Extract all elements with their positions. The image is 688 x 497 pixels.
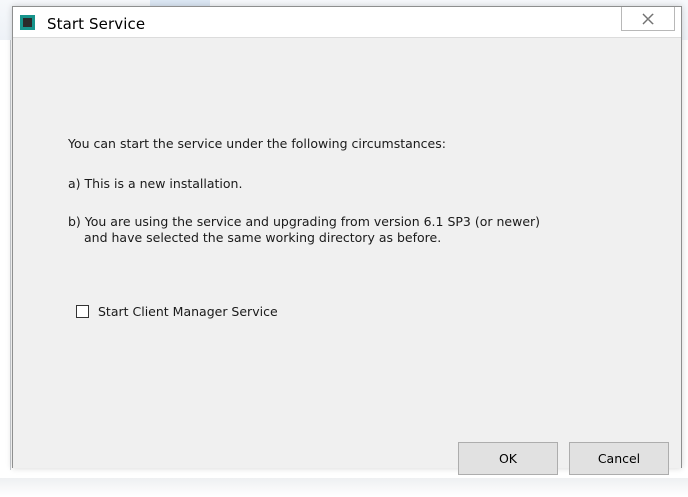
message-condition-a: a) This is a new installation. <box>68 176 243 191</box>
message-condition-b: b) You are using the service and upgradi… <box>68 214 541 229</box>
window-title: Start Service <box>47 15 146 33</box>
app-square-icon <box>20 15 35 30</box>
background-footer <box>0 478 688 497</box>
close-button[interactable] <box>621 7 675 31</box>
ok-button[interactable]: OK <box>458 442 558 475</box>
close-icon <box>642 13 654 24</box>
start-client-manager-checkbox[interactable] <box>76 305 89 318</box>
cancel-button[interactable]: Cancel <box>569 442 669 475</box>
start-client-manager-option[interactable]: Start Client Manager Service <box>76 304 278 319</box>
start-client-manager-label: Start Client Manager Service <box>98 304 278 319</box>
background-divider <box>10 40 11 470</box>
message-condition-b-continued: and have selected the same working direc… <box>84 230 442 245</box>
dialog-content: You can start the service under the foll… <box>13 37 681 475</box>
message-intro: You can start the service under the foll… <box>68 136 446 151</box>
title-bar: Start Service <box>13 7 681 37</box>
start-service-dialog: Start Service You can start the service … <box>12 6 682 475</box>
